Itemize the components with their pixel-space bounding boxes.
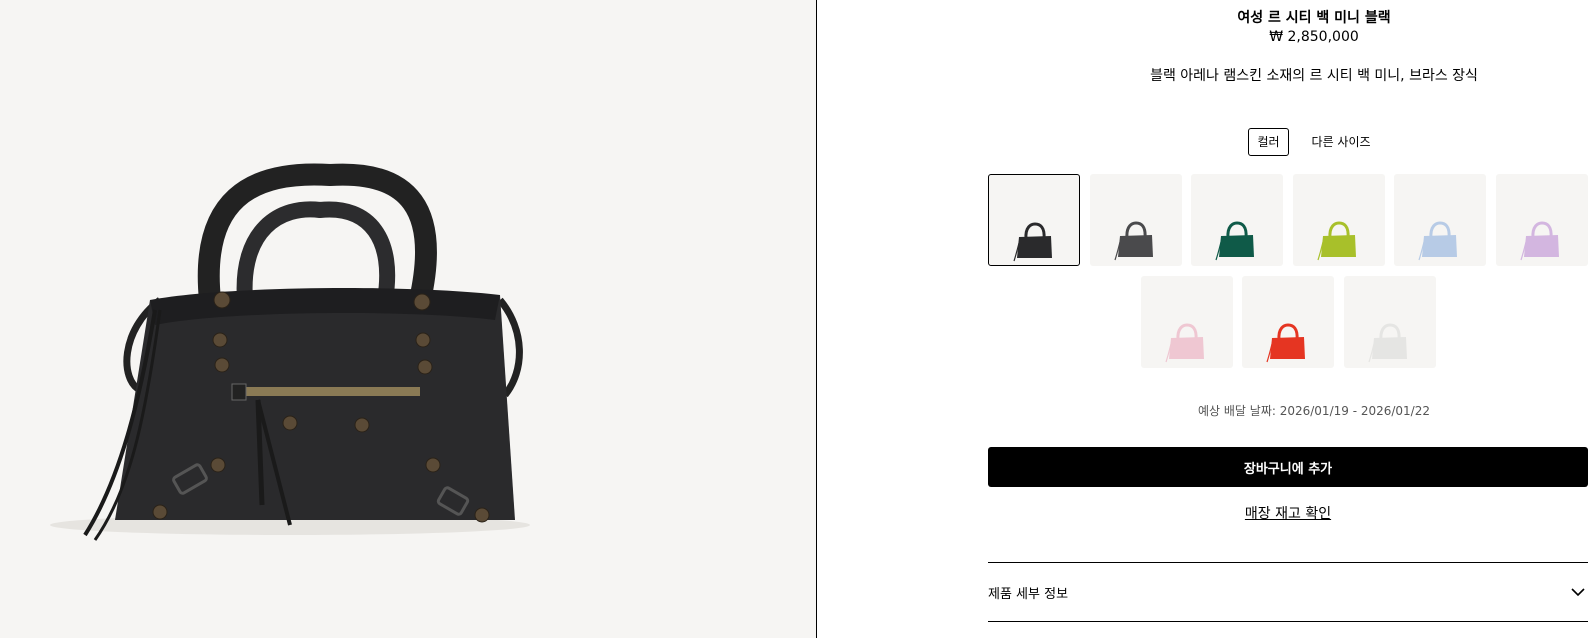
product-price: ₩ 2,850,000 [1269,29,1359,45]
swatch-lilac[interactable] [1496,174,1588,266]
bag-illustration [50,163,530,541]
check-store-stock-link[interactable]: 매장 재고 확인 [988,503,1588,523]
product-info-panel: 여성 르 시티 백 미니 블랙 ₩ 2,850,000 블랙 아레나 램스킨 소… [818,0,1595,638]
swatch-green[interactable] [1191,174,1283,266]
product-description: 블랙 아레나 램스킨 소재의 르 시티 백 미니, 브라스 장식 [1150,68,1478,84]
add-to-cart-button[interactable]: 장바구니에 추가 [988,447,1588,487]
swatch-light-blue[interactable] [1394,174,1486,266]
swatch-bag-thumbnail [1368,323,1407,363]
swatch-bag-thumbnail [1114,221,1153,261]
variant-tabs: 컬러 다른 사이즈 [988,128,1595,156]
accordion-label: 제품 세부 정보 [988,586,1069,602]
swatch-red[interactable] [1242,276,1334,368]
delivery-estimate: 예상 배달 날짜: 2026/01/19 - 2026/01/22 [1197,404,1430,418]
swatch-bag-thumbnail [1317,221,1356,261]
chevron-down-icon [1571,588,1585,597]
swatch-bag-thumbnail [1266,323,1305,363]
tab-other-sizes[interactable]: 다른 사이즈 [1303,128,1380,156]
swatch-bag-thumbnail [1215,221,1254,261]
swatch-bag-thumbnail [1418,221,1457,261]
swatch-bag-thumbnail [1520,221,1559,261]
tab-color[interactable]: 컬러 [1248,128,1289,156]
swatch-black[interactable] [988,174,1080,266]
product-title: 여성 르 시티 백 미니 블랙 [1237,10,1391,26]
swatch-light-pink[interactable] [1141,276,1233,368]
swatch-lime[interactable] [1293,174,1385,266]
product-page: 여성 르 시티 백 미니 블랙 ₩ 2,850,000 블랙 아레나 램스킨 소… [0,0,1595,638]
swatch-white[interactable] [1344,276,1436,368]
swatch-dark-grey[interactable] [1090,174,1182,266]
product-details-accordion[interactable]: 제품 세부 정보 [988,562,1588,622]
swatch-bag-thumbnail [1013,222,1052,262]
swatch-bag-thumbnail [1165,323,1204,363]
product-image [0,0,817,638]
